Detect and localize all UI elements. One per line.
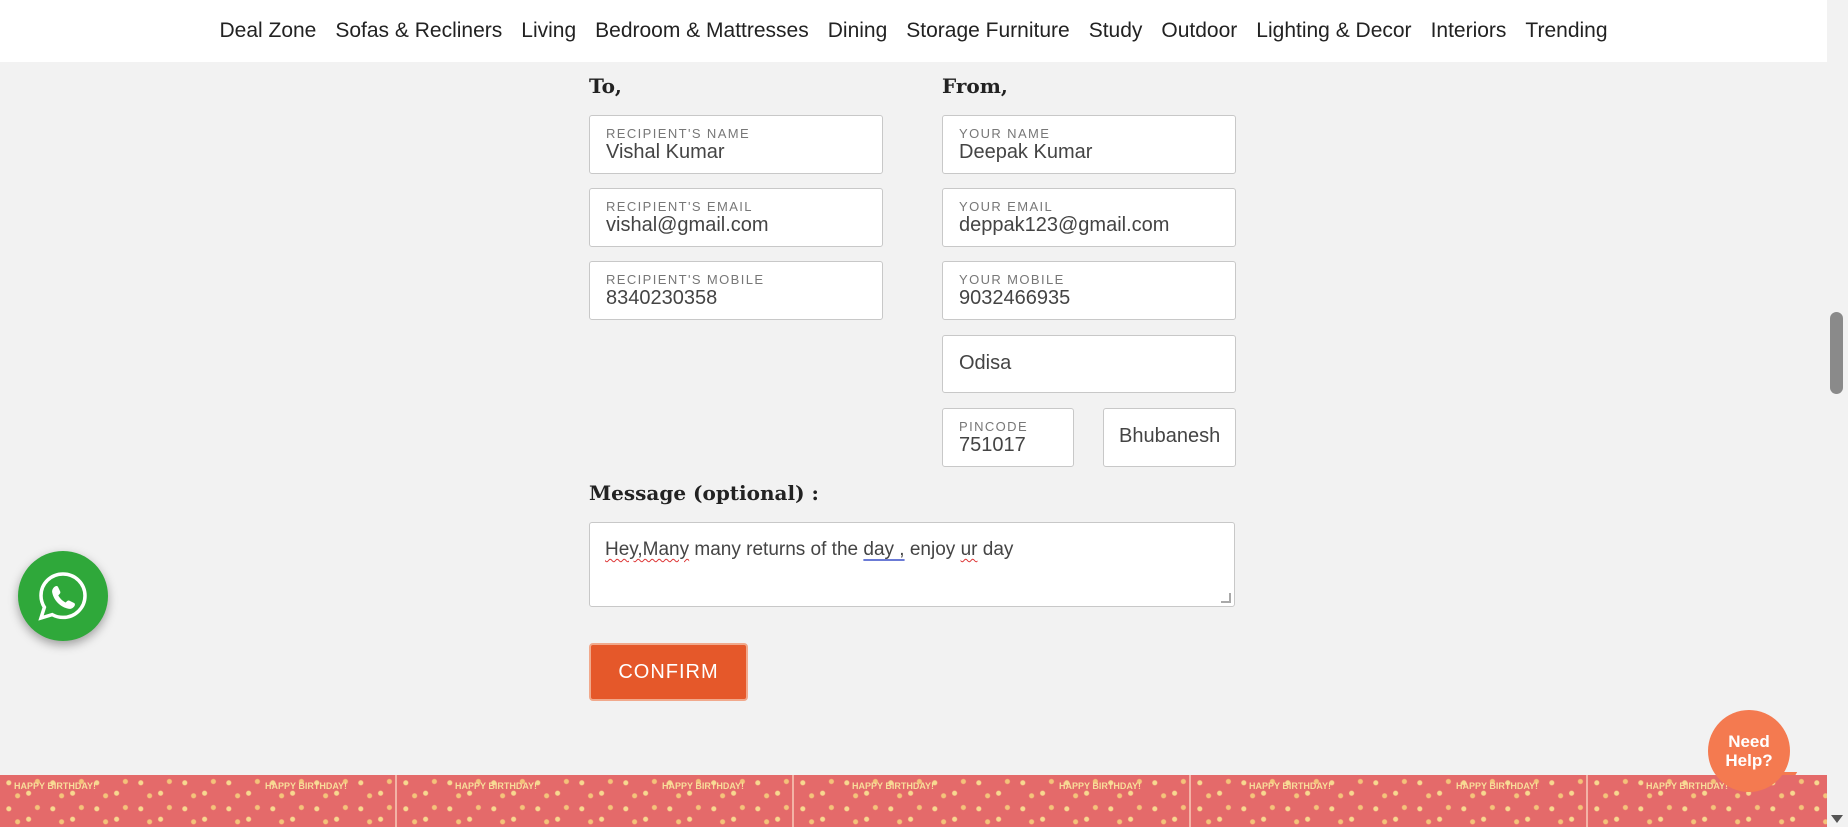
confirm-button[interactable]: CONFIRM bbox=[589, 643, 748, 701]
your-mobile-field[interactable]: YOUR MOBILE 9032466935 bbox=[942, 261, 1236, 320]
whatsapp-button[interactable] bbox=[18, 551, 108, 641]
banner-text: HAPPY BIRTHDAY! bbox=[455, 781, 538, 791]
recipient-mobile-field[interactable]: RECIPIENT'S MOBILE 8340230358 bbox=[589, 261, 883, 320]
banner-tile: HAPPY BIRTHDAY! bbox=[1588, 775, 1827, 827]
nav-item-trending[interactable]: Trending bbox=[1525, 19, 1607, 43]
nav-item-interiors[interactable]: Interiors bbox=[1431, 19, 1507, 43]
banner-tile: HAPPY BIRTHDAY! HAPPY BIRTHDAY! bbox=[397, 775, 794, 827]
recipient-email-field[interactable]: RECIPIENT'S EMAIL vishal@gmail.com bbox=[589, 188, 883, 247]
message-text-6: day bbox=[977, 539, 1014, 560]
nav-item-study[interactable]: Study bbox=[1089, 19, 1143, 43]
pincode-value[interactable]: 751017 bbox=[959, 434, 1026, 457]
recipient-name-value[interactable]: Vishal Kumar bbox=[606, 141, 725, 164]
city-value[interactable]: Bhubanesh bbox=[1119, 425, 1220, 448]
pincode-label: PINCODE bbox=[959, 419, 1029, 434]
need-help-button[interactable]: Need Help? bbox=[1708, 710, 1790, 792]
recipient-mobile-value[interactable]: 8340230358 bbox=[606, 287, 717, 310]
your-name-field[interactable]: YOUR NAME Deepak Kumar bbox=[942, 115, 1236, 174]
nav-item-bedroom-mattresses[interactable]: Bedroom & Mattresses bbox=[595, 19, 809, 43]
recipient-mobile-label: RECIPIENT'S MOBILE bbox=[606, 272, 765, 287]
message-text-4: enjoy bbox=[904, 539, 961, 560]
banner-text: HAPPY BIRTHDAY! bbox=[14, 781, 97, 791]
nav-item-sofas-recliners[interactable]: Sofas & Recliners bbox=[335, 19, 502, 43]
city-field[interactable]: Bhubanesh bbox=[1103, 408, 1236, 467]
banner-text: HAPPY BIRTHDAY! bbox=[662, 781, 745, 791]
banner-text: HAPPY BIRTHDAY! bbox=[852, 781, 935, 791]
message-text-3: day , bbox=[863, 539, 905, 560]
message-label: Message (optional) : bbox=[589, 481, 819, 505]
recipient-email-value[interactable]: vishal@gmail.com bbox=[606, 214, 769, 237]
banner-text: HAPPY BIRTHDAY! bbox=[1059, 781, 1142, 791]
nav-item-dining[interactable]: Dining bbox=[828, 19, 888, 43]
message-text-1: Hey,Many bbox=[605, 539, 690, 560]
from-heading: From, bbox=[942, 74, 1008, 98]
your-email-field[interactable]: YOUR EMAIL deppak123@gmail.com bbox=[942, 188, 1236, 247]
banner-text: HAPPY BIRTHDAY! bbox=[1249, 781, 1332, 791]
your-email-value[interactable]: deppak123@gmail.com bbox=[959, 214, 1169, 237]
banner-tile: HAPPY BIRTHDAY! HAPPY BIRTHDAY! bbox=[0, 775, 397, 827]
state-field[interactable]: Odisa bbox=[942, 335, 1236, 393]
your-mobile-label: YOUR MOBILE bbox=[959, 272, 1065, 287]
nav-item-deal-zone[interactable]: Deal Zone bbox=[219, 19, 316, 43]
nav-item-outdoor[interactable]: Outdoor bbox=[1161, 19, 1237, 43]
pincode-field[interactable]: PINCODE 751017 bbox=[942, 408, 1074, 467]
message-text-2: many returns of the bbox=[689, 539, 864, 560]
whatsapp-icon bbox=[38, 572, 87, 621]
page-scrollbar[interactable] bbox=[1827, 0, 1848, 827]
banner-tile: HAPPY BIRTHDAY! HAPPY BIRTHDAY! bbox=[1191, 775, 1588, 827]
your-mobile-value[interactable]: 9032466935 bbox=[959, 287, 1070, 310]
nav-item-lighting-decor[interactable]: Lighting & Decor bbox=[1256, 19, 1411, 43]
banner-tile: HAPPY BIRTHDAY! HAPPY BIRTHDAY! bbox=[794, 775, 1191, 827]
to-heading: To, bbox=[589, 74, 622, 98]
message-text-5: ur bbox=[960, 539, 978, 560]
recipient-name-field[interactable]: RECIPIENT'S NAME Vishal Kumar bbox=[589, 115, 883, 174]
nav-item-living[interactable]: Living bbox=[521, 19, 576, 43]
banner-text: HAPPY BIRTHDAY! bbox=[265, 781, 348, 791]
scroll-down-arrow-icon[interactable] bbox=[1831, 815, 1843, 823]
recipient-name-label: RECIPIENT'S NAME bbox=[606, 126, 751, 141]
your-email-label: YOUR EMAIL bbox=[959, 199, 1054, 214]
scrollbar-thumb[interactable] bbox=[1830, 312, 1843, 394]
your-name-label: YOUR NAME bbox=[959, 126, 1051, 141]
nav-item-storage-furniture[interactable]: Storage Furniture bbox=[906, 19, 1069, 43]
state-value[interactable]: Odisa bbox=[959, 352, 1011, 375]
resize-handle-icon[interactable] bbox=[1221, 593, 1231, 603]
message-textarea[interactable]: Hey,Many many returns of the day , enjoy… bbox=[589, 522, 1235, 607]
your-name-value[interactable]: Deepak Kumar bbox=[959, 141, 1092, 164]
nav-menu: Deal Zone Sofas & Recliners Living Bedro… bbox=[219, 19, 1607, 43]
top-navigation: Deal Zone Sofas & Recliners Living Bedro… bbox=[0, 0, 1827, 62]
banner-text: HAPPY BIRTHDAY! bbox=[1456, 781, 1539, 791]
banner-text: HAPPY BIRTHDAY! bbox=[1646, 781, 1729, 791]
birthday-banner: HAPPY BIRTHDAY! HAPPY BIRTHDAY! HAPPY BIR… bbox=[0, 775, 1827, 827]
recipient-email-label: RECIPIENT'S EMAIL bbox=[606, 199, 753, 214]
